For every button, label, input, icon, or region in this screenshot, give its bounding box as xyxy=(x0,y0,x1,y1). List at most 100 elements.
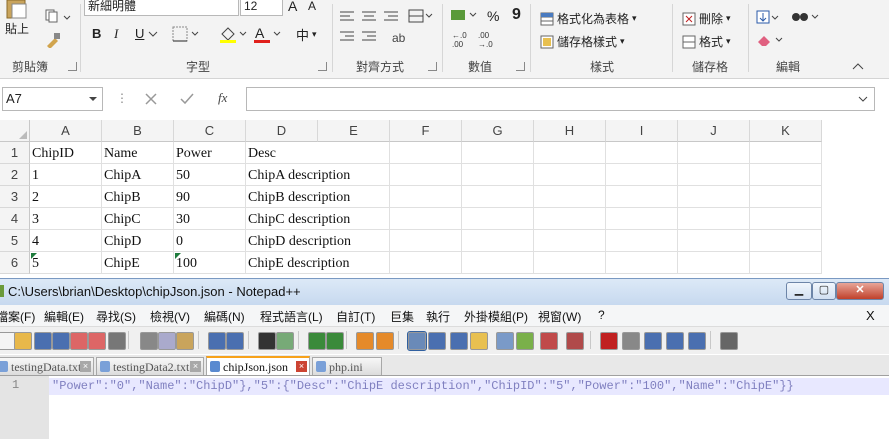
save-macro-icon[interactable] xyxy=(688,332,706,350)
cell-i4[interactable] xyxy=(606,208,678,230)
cell-b6[interactable]: ChipE xyxy=(102,252,174,274)
npp-menu-item-4[interactable]: 編碼(N) xyxy=(204,308,245,325)
cell-e1[interactable] xyxy=(318,142,390,164)
cell-j3[interactable] xyxy=(678,186,750,208)
close-icon[interactable] xyxy=(70,332,88,350)
npp-tab-3[interactable]: php.ini xyxy=(312,357,382,375)
minimize-button[interactable]: ▁ xyxy=(786,282,812,300)
sync-v-icon[interactable] xyxy=(356,332,374,350)
comma-button[interactable]: 9 xyxy=(512,6,521,24)
cell-d4[interactable]: ChipC description xyxy=(246,208,350,230)
copy-icon[interactable] xyxy=(158,332,176,350)
sync-h-icon[interactable] xyxy=(376,332,394,350)
alignment-launcher[interactable] xyxy=(428,62,437,71)
cell-j4[interactable] xyxy=(678,208,750,230)
npp-menu-item-5[interactable]: 程式語言(L) xyxy=(260,308,323,325)
merge-center-icon[interactable] xyxy=(408,8,434,24)
close-tab-icon[interactable]: × xyxy=(296,361,307,372)
cell-e3[interactable] xyxy=(318,186,390,208)
cell-g4[interactable] xyxy=(462,208,534,230)
code-line[interactable]: "Power":"0","Name":"ChipD"},"5":{"Desc":… xyxy=(52,378,794,395)
format-painter-icon[interactable] xyxy=(44,32,62,48)
cell-c2[interactable]: 50 xyxy=(174,164,246,186)
npp-menu-item-9[interactable]: 外掛模組(P) xyxy=(464,308,528,325)
cell-h6[interactable] xyxy=(534,252,606,274)
cell-j2[interactable] xyxy=(678,164,750,186)
cell-d6[interactable]: ChipE description xyxy=(246,252,350,274)
cell-f2[interactable] xyxy=(390,164,462,186)
cell-d5[interactable]: ChipD description xyxy=(246,230,351,252)
record-macro-icon[interactable] xyxy=(600,332,618,350)
npp-tab-0[interactable]: testingData.txt × xyxy=(0,357,94,375)
row-header-6[interactable]: 6 xyxy=(0,252,30,274)
find-select-icon[interactable] xyxy=(790,8,820,26)
cell-h1[interactable] xyxy=(534,142,606,164)
indent-icons[interactable]: ab xyxy=(340,30,420,44)
cell-k1[interactable] xyxy=(750,142,822,164)
cell-j1[interactable] xyxy=(678,142,750,164)
cell-a4[interactable]: 3 xyxy=(30,208,102,230)
undo-icon[interactable] xyxy=(208,332,226,350)
cell-i2[interactable] xyxy=(606,164,678,186)
column-header-a[interactable]: A xyxy=(30,120,102,142)
save-icon[interactable] xyxy=(34,332,52,350)
borders-icon[interactable] xyxy=(172,26,200,42)
delete-cells-button[interactable]: 刪除 ▾ xyxy=(682,10,731,27)
cell-h3[interactable] xyxy=(534,186,606,208)
cell-c6[interactable]: 100 xyxy=(174,252,246,274)
folder-workspace-icon[interactable] xyxy=(540,332,558,350)
replace-icon[interactable] xyxy=(276,332,294,350)
zoom-in-icon[interactable] xyxy=(308,332,326,350)
cell-g6[interactable] xyxy=(462,252,534,274)
cell-i6[interactable] xyxy=(606,252,678,274)
cell-e2[interactable] xyxy=(318,164,390,186)
cut-icon[interactable] xyxy=(140,332,158,350)
cell-a6[interactable]: 5 xyxy=(30,252,102,274)
format-as-table-button[interactable]: 格式化為表格 ▾ xyxy=(540,10,637,27)
font-size-select[interactable]: 12 xyxy=(240,0,283,16)
cell-d1[interactable]: Desc xyxy=(246,142,318,164)
npp-editor[interactable]: 1 "Power":"0","Name":"ChipD"},"5":{"Desc… xyxy=(0,376,889,439)
cell-f6[interactable] xyxy=(390,252,462,274)
formula-bar-divider-dots[interactable]: ⋮ xyxy=(116,91,128,105)
npp-menu-item-8[interactable]: 執行 xyxy=(426,308,450,325)
show-all-chars-icon[interactable] xyxy=(428,332,446,350)
close-document-icon[interactable]: X xyxy=(866,308,875,323)
underline-button[interactable]: U xyxy=(135,26,144,41)
row-header-1[interactable]: 1 xyxy=(0,142,30,164)
cell-h4[interactable] xyxy=(534,208,606,230)
clipboard-launcher[interactable] xyxy=(68,62,77,71)
cell-c3[interactable]: 90 xyxy=(174,186,246,208)
npp-menu-item-2[interactable]: 尋找(S) xyxy=(96,308,136,325)
monitor-icon[interactable] xyxy=(566,332,584,350)
cell-g3[interactable] xyxy=(462,186,534,208)
column-header-e[interactable]: E xyxy=(318,120,390,142)
npp-menu-item-3[interactable]: 檢視(V) xyxy=(150,308,190,325)
function-list-icon[interactable] xyxy=(516,332,534,350)
insert-function-button[interactable]: fx xyxy=(218,90,227,106)
word-wrap-icon[interactable] xyxy=(407,331,427,351)
row-header-5[interactable]: 5 xyxy=(0,230,30,252)
cell-c5[interactable]: 0 xyxy=(174,230,246,252)
close-tab-icon[interactable]: × xyxy=(190,361,201,372)
find-icon[interactable] xyxy=(258,332,276,350)
cell-i5[interactable] xyxy=(606,230,678,252)
column-header-c[interactable]: C xyxy=(174,120,246,142)
collapse-ribbon-icon[interactable] xyxy=(852,62,864,70)
play-macro-icon[interactable] xyxy=(644,332,662,350)
italic-button[interactable]: I xyxy=(114,26,118,42)
cell-h5[interactable] xyxy=(534,230,606,252)
npp-menu-item-11[interactable]: ? xyxy=(598,308,605,322)
cell-e6[interactable] xyxy=(318,252,390,274)
npp-menu-item-7[interactable]: 巨集 xyxy=(390,308,414,325)
expand-formula-icon[interactable] xyxy=(858,95,868,103)
format-cells-button[interactable]: 格式 ▾ xyxy=(682,33,731,50)
npp-menu-item-6[interactable]: 自訂(T) xyxy=(336,308,375,325)
cell-c4[interactable]: 30 xyxy=(174,208,246,230)
cell-e5[interactable] xyxy=(318,230,390,252)
copy-icon[interactable] xyxy=(44,8,74,24)
npp-menu-item-10[interactable]: 視窗(W) xyxy=(538,308,581,325)
cell-a3[interactable]: 2 xyxy=(30,186,102,208)
cell-a5[interactable]: 4 xyxy=(30,230,102,252)
cell-k3[interactable] xyxy=(750,186,822,208)
